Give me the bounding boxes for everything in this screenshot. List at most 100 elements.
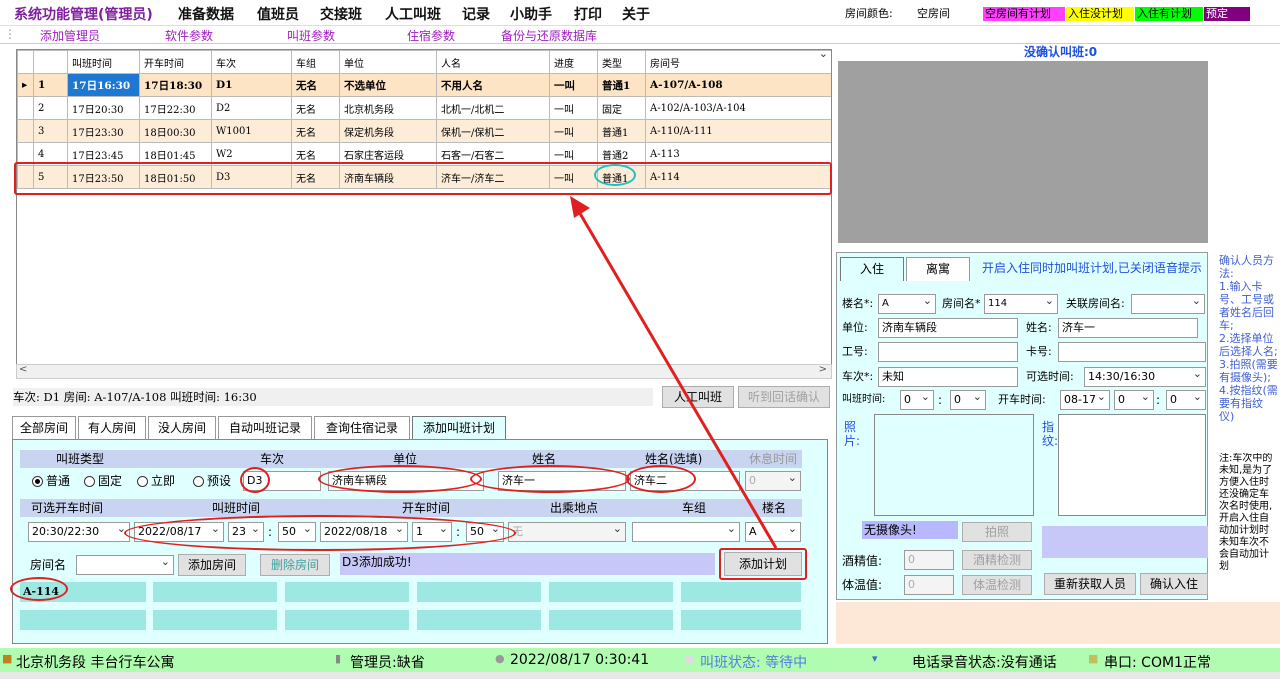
temperature-input[interactable]: 0 [904,575,954,595]
call-minute-select-r[interactable]: 0 [950,390,986,410]
refetch-person-button[interactable]: 重新获取人员 [1044,573,1136,595]
cell-call-time[interactable]: 17日16:30 [67,73,140,97]
cell-progress[interactable]: 一叫 [549,73,598,97]
menu-print[interactable]: 打印 [574,4,602,24]
menu-duty-officer[interactable]: 值班员 [257,4,299,24]
menu-assistant[interactable]: 小助手 [510,4,552,24]
header-dep-time[interactable]: 开车时间 [139,50,212,74]
header-name[interactable]: 人名 [436,50,550,74]
room-slot[interactable] [153,582,277,602]
cell-progress[interactable]: 一叫 [549,119,598,143]
call-hour-select-r[interactable]: 0 [900,390,934,410]
cell-call-time[interactable]: 17日20:30 [67,96,140,120]
cell-room[interactable]: A-110/A-111 [645,119,831,143]
room-slot[interactable] [153,610,277,630]
menu-records[interactable]: 记录 [462,4,490,24]
header-type[interactable]: 类型 [597,50,646,74]
radio-normal[interactable] [32,476,43,487]
room-slot[interactable] [549,610,673,630]
scroll-left-icon[interactable]: < [19,364,27,375]
room-slot[interactable] [549,582,673,602]
card-no-input[interactable] [1058,342,1206,362]
menu-about[interactable]: 关于 [622,4,650,24]
table-row[interactable]: 3 17日23:30 18日00:30 W1001 无名 保定机务段 保机一/保… [17,119,831,143]
room-slot[interactable] [681,582,801,602]
add-admin-link[interactable]: 添加管理员 [40,27,100,44]
cell-progress[interactable]: 一叫 [549,96,598,120]
alcohol-input[interactable]: 0 [904,550,954,570]
software-params-link[interactable]: 软件参数 [165,27,213,44]
dep-hour-select-r[interactable]: 0 [1114,390,1154,410]
related-room-select[interactable] [1131,294,1205,314]
room-slot[interactable] [681,610,801,630]
room-select-r[interactable]: 114 [984,294,1058,314]
unit-input-r[interactable]: 济南车辆段 [878,318,1018,338]
menu-prepare-data[interactable]: 准备数据 [178,4,234,24]
cell-dep-time[interactable]: 18日00:30 [139,119,212,143]
cell-unit[interactable]: 不选单位 [339,73,437,97]
building-select-r[interactable]: A [878,294,936,314]
cell-call-time[interactable]: 17日23:30 [67,119,140,143]
cell-unit[interactable]: 北京机务段 [339,96,437,120]
alcohol-test-button[interactable]: 酒精检测 [962,550,1032,570]
tab-checkin[interactable]: 入住 [840,257,904,281]
table-row[interactable]: ▸ 1 17日16:30 17日18:30 D1 无名 不选单位 不用人名 一叫… [17,73,831,97]
delete-room-button[interactable]: 删除房间 [260,554,330,576]
cell-train[interactable]: D1 [211,73,292,97]
lodging-params-link[interactable]: 住宿参数 [407,27,455,44]
cell-group[interactable]: 无名 [291,73,340,97]
cell-dep-time[interactable]: 17日18:30 [139,73,212,97]
room-slot[interactable] [417,582,541,602]
room-slot[interactable] [285,582,409,602]
tab-all-rooms[interactable]: 全部房间 [12,416,76,440]
tab-lodging-records[interactable]: 查询住宿记录 [314,416,410,440]
temperature-test-button[interactable]: 体温检测 [962,575,1032,595]
header-unit[interactable]: 单位 [339,50,437,74]
backup-restore-link[interactable]: 备份与还原数据库 [501,27,597,44]
radio-preset[interactable] [193,476,204,487]
cell-train[interactable]: D2 [211,96,292,120]
cell-type[interactable]: 固定 [597,96,646,120]
confirm-checkin-button[interactable]: 确认入住 [1140,573,1208,595]
room-slot[interactable] [285,610,409,630]
tab-add-call-plan[interactable]: 添加叫班计划 [412,416,506,440]
room-slot[interactable] [417,610,541,630]
dep-minute-select-r[interactable]: 0 [1166,390,1206,410]
optional-time-select[interactable]: 14:30/16:30 [1084,367,1206,387]
menu-system[interactable]: 系统功能管理(管理员) [14,4,153,24]
tab-empty-rooms[interactable]: 没人房间 [148,416,216,440]
tab-auto-call-records[interactable]: 自动叫班记录 [218,416,312,440]
train-input-r[interactable]: 未知 [878,367,1018,387]
menu-shift-handover[interactable]: 交接班 [320,4,362,24]
tab-checkout[interactable]: 离寓 [906,257,970,281]
cell-dep-time[interactable]: 17日22:30 [139,96,212,120]
call-params-link[interactable]: 叫班参数 [287,27,335,44]
job-no-input[interactable] [878,342,1018,362]
cell-name[interactable]: 北机一/北机二 [436,96,550,120]
available-dep-select[interactable]: 20:30/22:30 [28,522,130,542]
take-photo-button[interactable]: 拍照 [962,522,1032,542]
cell-group[interactable]: 无名 [291,96,340,120]
cell-unit[interactable]: 保定机务段 [339,119,437,143]
cell-train[interactable]: W1001 [211,119,292,143]
table-row[interactable]: 2 17日20:30 17日22:30 D2 无名 北京机务段 北机一/北机二 … [17,96,831,120]
dep-date-select-r[interactable]: 08-17 [1060,390,1110,410]
add-room-button[interactable]: 添加房间 [178,554,246,576]
room-slot[interactable] [20,610,146,630]
cell-type[interactable]: 普通1 [597,119,646,143]
tab-occupied-rooms[interactable]: 有人房间 [78,416,146,440]
header-group[interactable]: 车组 [291,50,340,74]
cell-name[interactable]: 保机一/保机二 [436,119,550,143]
cell-type[interactable]: 普通1 [597,73,646,97]
scroll-right-icon[interactable]: > [819,364,827,375]
radio-immediate[interactable] [137,476,148,487]
radio-fixed[interactable] [84,476,95,487]
name-input-r[interactable]: 济车一 [1058,318,1198,338]
header-call-time[interactable]: 叫班时间 [67,50,140,74]
room-select[interactable] [76,555,174,575]
menu-manual-call[interactable]: 人工叫班 [385,4,441,24]
header-progress[interactable]: 进度 [549,50,598,74]
cell-name[interactable]: 不用人名 [436,73,550,97]
cell-room[interactable]: A-107/A-108 [645,73,831,97]
cell-group[interactable]: 无名 [291,119,340,143]
